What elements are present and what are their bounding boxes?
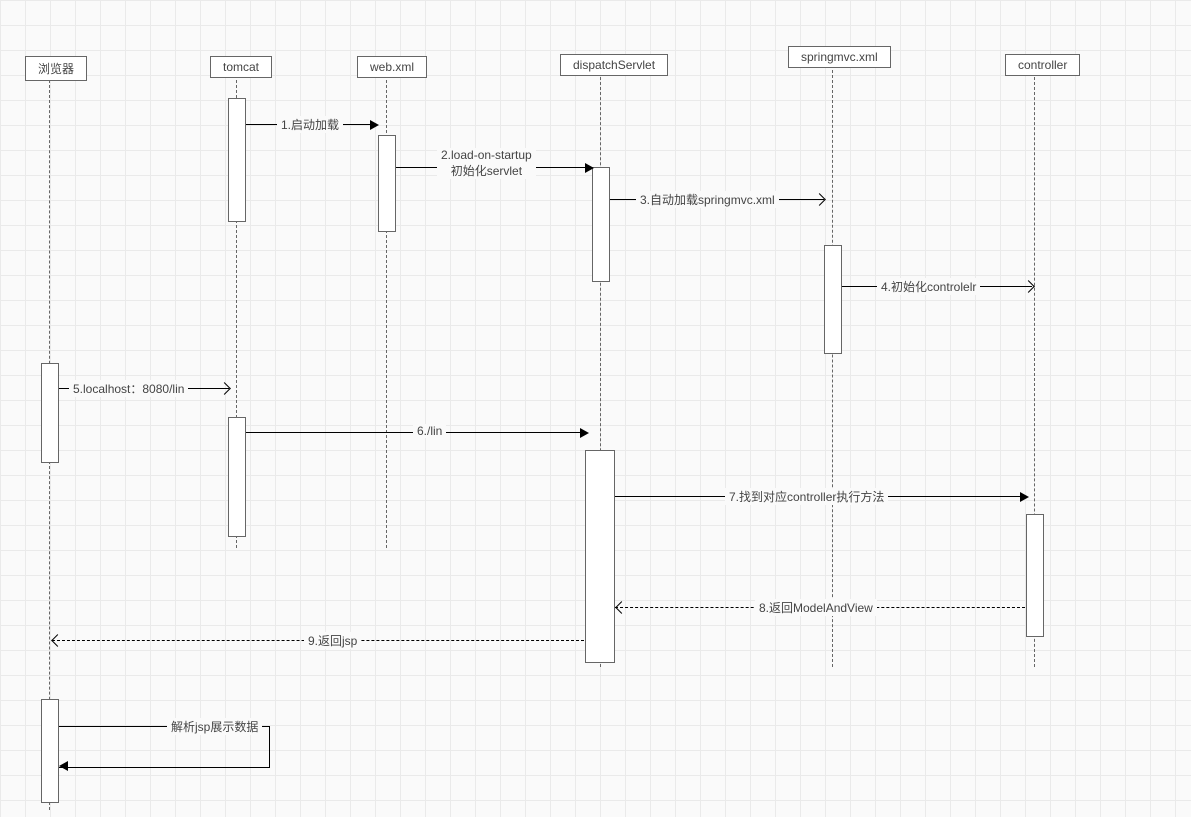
label-m6: 6./lin — [413, 424, 446, 438]
arrowhead-m1 — [370, 120, 379, 130]
activation-browser-2 — [41, 699, 59, 803]
activation-tomcat-1 — [228, 98, 246, 222]
label-m2b: 初始化servlet — [441, 164, 532, 180]
arrowhead-m10 — [59, 761, 68, 771]
arrowhead-m8 — [615, 601, 628, 614]
label-m3: 3.自动加载springmvc.xml — [636, 191, 779, 208]
label-m5: 5.localhost：8080/lin — [69, 380, 188, 397]
arrowhead-m9 — [51, 634, 64, 647]
arrowhead-m3 — [813, 193, 826, 206]
activation-browser-1 — [41, 363, 59, 463]
label-m2a: 2.load-on-startup — [441, 148, 532, 164]
arrowhead-m7 — [1020, 492, 1029, 502]
arrowhead-m5 — [218, 382, 231, 395]
arrowhead-m6 — [580, 428, 589, 438]
label-m8: 8.返回ModelAndView — [755, 599, 877, 616]
arrowhead-m4 — [1022, 280, 1035, 293]
activation-dispatch-1 — [592, 167, 610, 282]
label-m2: 2.load-on-startup 初始化servlet — [437, 148, 536, 179]
arrowhead-m2 — [585, 163, 594, 173]
label-m4: 4.初始化controlelr — [877, 278, 980, 295]
participant-controller: controller — [1005, 54, 1080, 76]
activation-dispatch-2 — [585, 450, 615, 663]
activation-springmvc-1 — [824, 245, 842, 354]
label-m9: 9.返回jsp — [304, 632, 361, 649]
label-m10: 解析jsp展示数据 — [167, 718, 262, 735]
activation-webxml-1 — [378, 135, 396, 232]
participant-browser: 浏览器 — [25, 56, 87, 81]
label-m7: 7.找到对应controller执行方法 — [725, 488, 888, 505]
participant-tomcat: tomcat — [210, 56, 272, 78]
participant-webxml: web.xml — [357, 56, 427, 78]
participant-springmvc: springmvc.xml — [788, 46, 891, 68]
lifeline-springmvc — [832, 70, 833, 667]
activation-controller-1 — [1026, 514, 1044, 637]
activation-tomcat-2 — [228, 417, 246, 537]
label-m1: 1.启动加载 — [277, 116, 343, 133]
participant-dispatch: dispatchServlet — [560, 54, 668, 76]
